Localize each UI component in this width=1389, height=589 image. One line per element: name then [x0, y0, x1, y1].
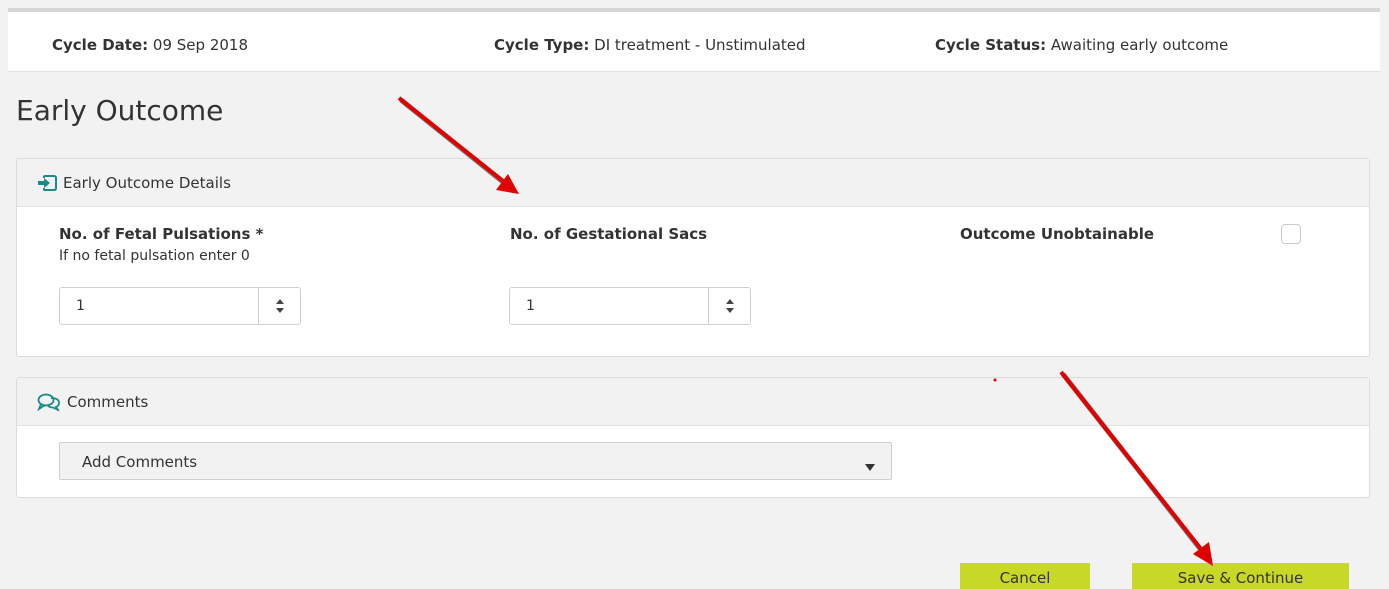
- fetal-pulsations-label: No. of Fetal Pulsations *: [59, 225, 264, 243]
- comments-panel: Comments Add Comments: [16, 377, 1370, 498]
- cycle-status-label: Cycle Status:: [935, 36, 1047, 54]
- cycle-summary-bar: Cycle Date: 09 Sep 2018 Cycle Type: DI t…: [8, 8, 1380, 72]
- gestational-sacs-value[interactable]: 1: [526, 298, 535, 314]
- comments-icon: [37, 393, 61, 411]
- cycle-status: Cycle Status: Awaiting early outcome: [935, 36, 1228, 54]
- cycle-type-value: DI treatment - Unstimulated: [594, 36, 806, 54]
- gestational-sacs-stepper[interactable]: 1: [509, 287, 751, 325]
- cycle-date: Cycle Date: 09 Sep 2018: [52, 36, 248, 54]
- cycle-date-label: Cycle Date:: [52, 36, 149, 54]
- page-title: Early Outcome: [16, 94, 224, 127]
- outcome-unobtainable-checkbox[interactable]: [1281, 224, 1301, 244]
- comments-panel-header: Comments: [17, 378, 1369, 426]
- fetal-pulsations-hint: If no fetal pulsation enter 0: [59, 248, 250, 264]
- gestational-sacs-label: No. of Gestational Sacs: [510, 225, 708, 243]
- cycle-type: Cycle Type: DI treatment - Unstimulated: [494, 36, 806, 54]
- outcome-unobtainable-label: Outcome Unobtainable: [960, 225, 1155, 243]
- add-comments-select[interactable]: Add Comments: [59, 442, 892, 480]
- cycle-type-label: Cycle Type:: [494, 36, 590, 54]
- caret-down-icon[interactable]: [865, 457, 875, 476]
- early-outcome-panel-title: Early Outcome Details: [63, 173, 231, 192]
- early-outcome-panel-header: Early Outcome Details: [17, 159, 1369, 207]
- cycle-date-value: 09 Sep 2018: [152, 36, 248, 54]
- add-comments-select-value[interactable]: Add Comments: [82, 453, 197, 471]
- fetal-pulsations-value[interactable]: 1: [76, 298, 85, 314]
- sign-in-arrow-icon: [37, 174, 57, 191]
- save-continue-button[interactable]: Save & Continue: [1132, 563, 1349, 589]
- early-outcome-panel: Early Outcome Details No. of Fetal Pulsa…: [16, 158, 1370, 357]
- page: Cycle Date: 09 Sep 2018 Cycle Type: DI t…: [0, 0, 1389, 589]
- cycle-status-value: Awaiting early outcome: [1050, 36, 1229, 54]
- cancel-button[interactable]: Cancel: [960, 563, 1090, 589]
- comments-panel-title: Comments: [67, 392, 149, 411]
- stepper-arrows-icon[interactable]: [708, 288, 750, 324]
- stepper-arrows-icon[interactable]: [258, 288, 300, 324]
- fetal-pulsations-stepper[interactable]: 1: [59, 287, 301, 325]
